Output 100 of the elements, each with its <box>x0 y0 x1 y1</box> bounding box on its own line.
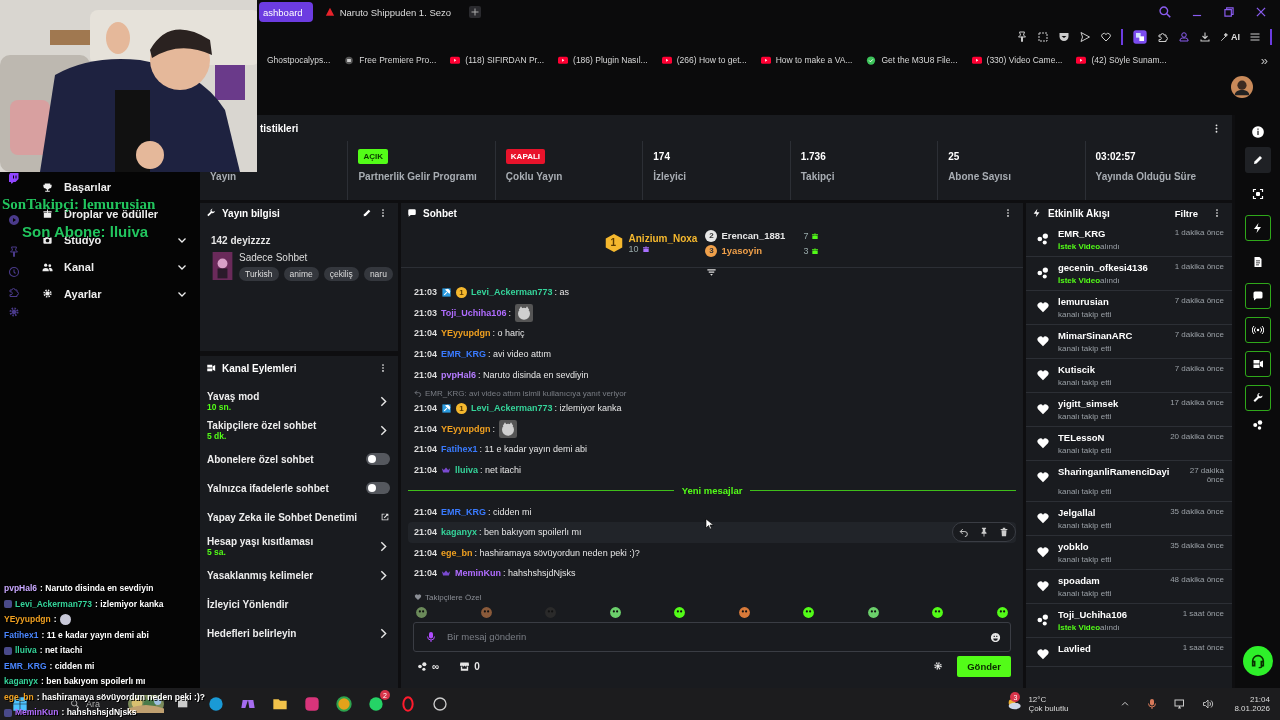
overlay-message: : hashiramaya sövüyordun neden peki :)? <box>36 692 205 702</box>
message-time: 21:04 <box>414 527 438 538</box>
gift-count: 7 <box>803 230 809 241</box>
gift-count: 3 <box>803 245 809 256</box>
event-detail: İstek Videoalındı <box>1058 242 1121 251</box>
panel-title: Yayın bilgisi <box>222 207 281 219</box>
event-detail: kanalı takip etti <box>1058 589 1113 598</box>
message-text: : izlemiyor kanka <box>554 403 622 414</box>
stat-label: İzleyici <box>653 171 688 182</box>
overlay-username: pvpHal6 <box>4 584 38 594</box>
event-detail: kanalı takip etti <box>1058 344 1113 353</box>
stat-label: Abone Sayısı <box>948 171 1012 182</box>
event-detail: kanalı takip etti <box>1058 310 1113 319</box>
overlay-username: kaganyx <box>4 677 39 687</box>
event-time: 7 dakika önce <box>1174 296 1224 305</box>
overlay-username: MeminKun <box>15 708 59 718</box>
message-time: 21:04 <box>414 349 438 360</box>
overlay-username: Levi_Ackerman773 <box>15 599 93 609</box>
points-count: ∞ <box>432 660 440 672</box>
message-text: : hashiramaya sövüyordun neden peki :)? <box>474 547 640 558</box>
overlay-username: lluiva <box>15 646 37 656</box>
message-text: : 11 e kadar yayın demi abi <box>479 444 587 455</box>
event-detail: İstek Videoalındı <box>1058 623 1121 632</box>
event-time: 1 saat önce <box>1182 609 1224 618</box>
status-badge: AÇIK <box>358 148 388 164</box>
message-time: 21:04 <box>414 328 438 339</box>
stat-label: Takipçi <box>800 171 836 182</box>
action-value: 5 dk. <box>207 430 227 441</box>
message-time: 21:04 <box>414 369 438 380</box>
message-time: 21:03 <box>414 287 438 298</box>
message-time: 21:04 <box>414 506 438 517</box>
rank-badge: 2 <box>705 229 718 242</box>
message-time: 21:04 <box>414 423 438 434</box>
message-time: 21:04 <box>414 547 438 558</box>
stat-label: Yayında Olduğu Süre <box>1095 171 1198 182</box>
new-messages-divider: Yeni mesajlar <box>681 485 743 497</box>
rank-badge: 1 <box>456 402 468 414</box>
panel-title: Sohbet <box>423 207 458 219</box>
status-badge: KAPALI <box>505 148 546 164</box>
clock-date: 8.01.2026 <box>1234 704 1270 713</box>
event-detail: kanalı takip etti <box>1058 412 1113 421</box>
message-text: : hahshshsjdNjsks <box>503 568 576 579</box>
overlay-username: ege_bn <box>4 692 34 702</box>
action-value: 10 sn. <box>207 401 232 412</box>
overlay-username: Fatihex1 <box>4 630 39 640</box>
event-time: 7 dakika önce <box>1174 330 1224 339</box>
overlay-username: YEyyupdgn <box>4 615 51 625</box>
overlay-message: : <box>53 615 57 625</box>
message-time: 21:04 <box>414 403 438 414</box>
event-detail: kanalı takip etti <box>1058 521 1113 530</box>
event-time: 48 dakika önce <box>1170 575 1224 584</box>
message-text: : o hariç <box>492 328 525 339</box>
event-time: 35 dakika önce <box>1170 507 1224 516</box>
event-detail: kanalı takip etti <box>1058 487 1113 496</box>
overlay-message: : 11 e kadar yayın demi abi <box>41 630 149 640</box>
event-time: 27 dakika önce <box>1188 466 1224 484</box>
panel-title: Kanal Eylemleri <box>222 362 298 374</box>
rank-badge: 3 <box>705 244 718 257</box>
message-text: : ben bakıyom spoilerlı mı <box>479 527 582 538</box>
weather-text: Çok bulutlu <box>1028 704 1069 713</box>
message-text: : <box>508 307 511 318</box>
event-time: 7 dakika önce <box>1174 364 1224 373</box>
message-text: : as <box>554 287 570 298</box>
event-detail: kanalı takip etti <box>1058 378 1113 387</box>
stat-label: Yayın <box>210 171 238 182</box>
gift-count: 10 <box>628 243 639 254</box>
rank-number: 1 <box>610 236 617 248</box>
message-time: 21:04 <box>414 444 438 455</box>
action-value: 5 sa. <box>207 546 226 557</box>
event-time: 17 dakika önce <box>1170 398 1224 407</box>
event-time: 1 dakika önce <box>1174 228 1224 237</box>
message-text: : net itachi <box>480 465 522 476</box>
event-detail: kanalı takip etti <box>1058 446 1113 455</box>
message-text: : Naruto disinda en sevdiyin <box>478 369 589 380</box>
event-time: 1 dakika önce <box>1174 262 1224 271</box>
message-text: : cidden mi <box>488 506 532 517</box>
emote-section-label: Takipçilere Özel <box>425 592 482 602</box>
stat-value: 25 <box>948 150 960 162</box>
stat-value: 1.736 <box>800 150 826 162</box>
event-detail: İstek Videoalındı <box>1058 276 1121 285</box>
event-detail: kanalı takip etti <box>1058 555 1113 564</box>
message-text: : avi video attım <box>488 349 552 360</box>
card-title: tistikleri <box>260 122 299 134</box>
event-time: 1 saat önce <box>1182 643 1224 652</box>
message-time: 21:04 <box>414 568 438 579</box>
overlay-message: : net itachi <box>39 646 83 656</box>
stat-label: Partnerlik Gelir Programı <box>358 171 478 182</box>
event-time: 35 dakika önce <box>1170 541 1224 550</box>
overlay-username: EMR_KRG <box>4 661 47 671</box>
reply-context: EMR_KRG: avi video attım isimli kullanıcıya yanıt veriyor <box>425 388 627 398</box>
overlay-message: : hahshshsjdNjsks <box>61 708 137 718</box>
panel-title: Etkinlik Akışı <box>1048 207 1111 219</box>
message-text: : <box>492 423 496 434</box>
message-time: 21:03 <box>414 307 438 318</box>
stat-label: Çoklu Yayın <box>505 171 564 182</box>
overlay-message: : izlemiyor kanka <box>95 599 164 609</box>
overlay-message: : cidden mi <box>49 661 95 671</box>
temperature: 12°C <box>1028 695 1048 704</box>
overlay-message: : Naruto disinda en sevdiyin <box>40 584 154 594</box>
overlay-message: : ben bakıyom spoilerlı mı <box>41 677 146 687</box>
